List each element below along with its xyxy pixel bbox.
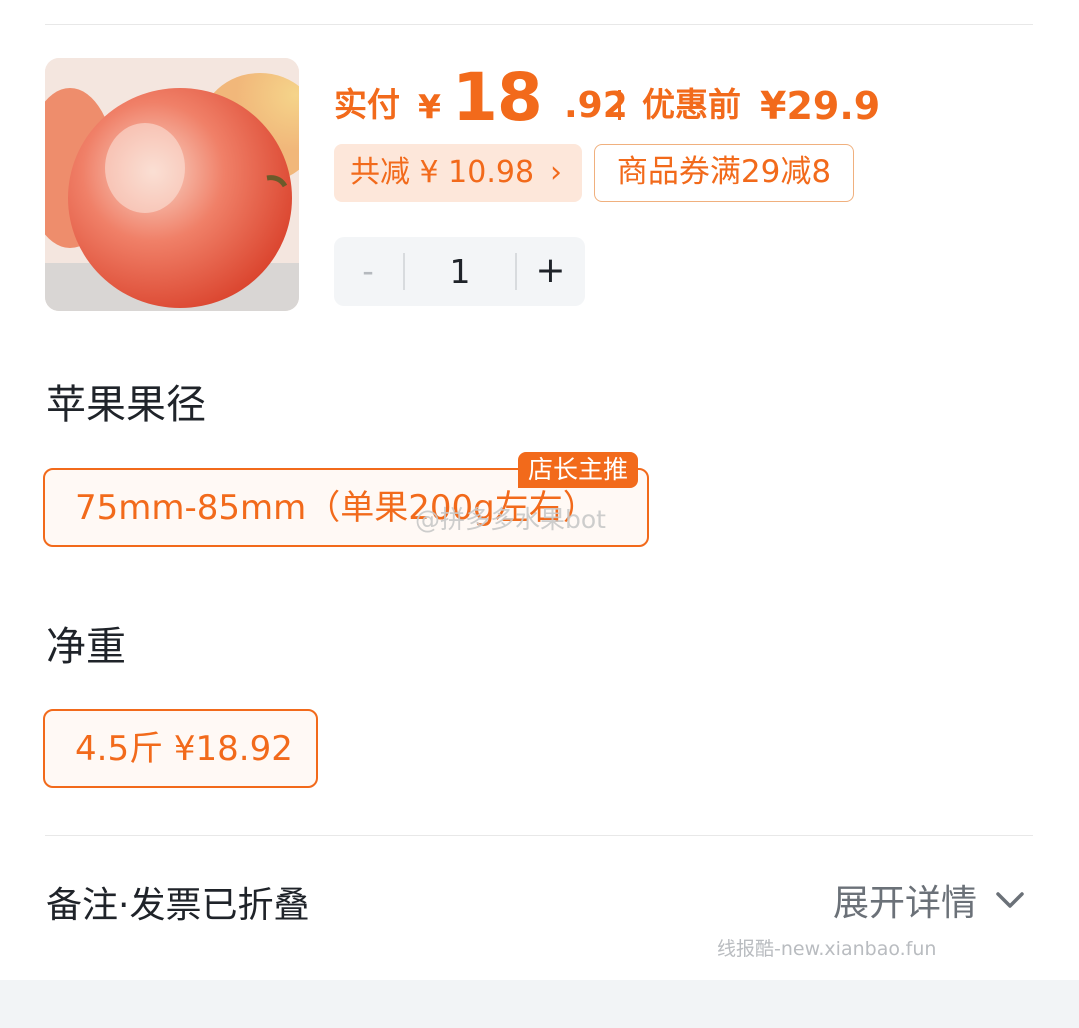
site-watermark: 线报酷-new.xianbao.fun [717, 938, 937, 960]
expand-details-button[interactable]: 展开详情 [833, 874, 977, 926]
increase-button[interactable]: + [516, 237, 585, 306]
quantity-value[interactable]: 1 [404, 237, 516, 306]
original-price-value: ¥29.9 [760, 84, 881, 128]
price-separator [618, 90, 621, 120]
original-price-label: 优惠前 [642, 85, 741, 124]
coupon-chip[interactable]: 商品券满29减8 [594, 144, 854, 202]
footer-band [0, 980, 1079, 1028]
total-saving-chip[interactable]: 共减 ¥ 10.98 › [334, 144, 582, 202]
total-saving-text: 共减 ¥ 10.98 [350, 155, 535, 190]
chevron-right-icon: › [550, 155, 562, 190]
bottom-divider [45, 835, 1033, 836]
paid-label: 实付 [334, 85, 400, 124]
weight-option[interactable]: 4.5斤 ¥18.92 [43, 709, 318, 788]
weibo-watermark: @拼多多水果bot [415, 505, 606, 534]
spec-size-title: 苹果果径 [46, 382, 206, 428]
chevron-down-icon[interactable] [988, 878, 1032, 922]
decrease-button[interactable]: - [334, 237, 402, 306]
product-image[interactable] [45, 58, 299, 311]
top-divider [45, 24, 1033, 25]
paid-price-integer: 18 [452, 59, 543, 136]
currency-symbol: ¥ [418, 87, 441, 126]
remark-invoice-label: 备注·发票已折叠 [46, 885, 310, 926]
quantity-stepper: - 1 + [334, 237, 585, 306]
recommend-tag: 店长主推 [518, 452, 639, 488]
apple-photo [45, 58, 299, 311]
spec-weight-title: 净重 [46, 624, 126, 670]
